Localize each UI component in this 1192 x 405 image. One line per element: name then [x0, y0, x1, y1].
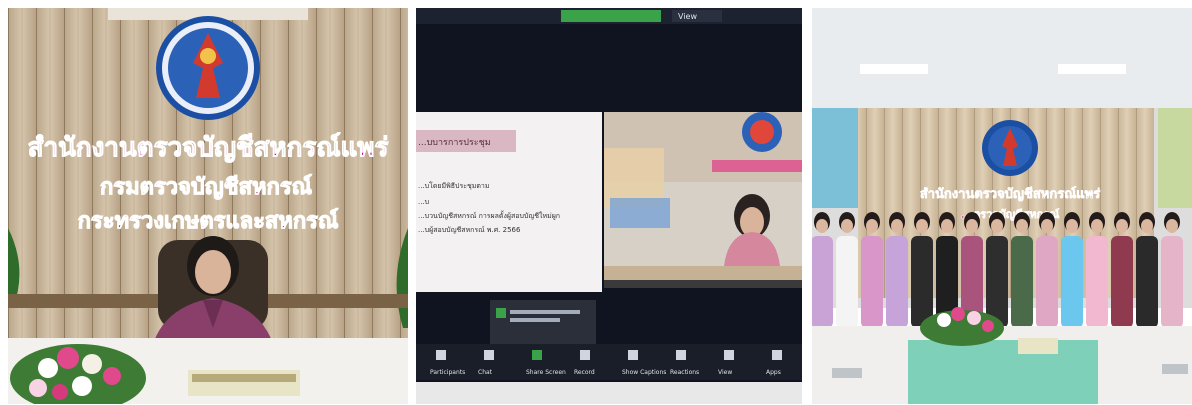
- person-face: [816, 219, 828, 233]
- person-face: [1066, 219, 1078, 233]
- person-face: [841, 219, 853, 233]
- person-face: [916, 219, 928, 233]
- person-body: [886, 236, 908, 328]
- person-face: [1041, 219, 1053, 233]
- emblem-icon: [156, 16, 260, 120]
- sign-line-1: สำนักงานตรวจบัญชีสหกรณ์แพร่: [28, 132, 389, 163]
- person-face: [1166, 219, 1178, 233]
- sign-line-1: สำนักงานตรวจบัญชีสหกรณ์แพร่: [920, 186, 1100, 202]
- toolbar-label[interactable]: Apps: [766, 369, 781, 376]
- toolbar-icon[interactable]: [628, 350, 638, 360]
- toolbar-icon[interactable]: [724, 350, 734, 360]
- person-body: [1011, 236, 1033, 328]
- person-body: [911, 236, 933, 328]
- person-body: [1061, 236, 1083, 328]
- toolbar-label[interactable]: Reactions: [670, 369, 699, 376]
- toolbar-label[interactable]: Chat: [478, 369, 493, 376]
- toolbar-icon[interactable]: [436, 350, 446, 360]
- person-body: [1036, 236, 1058, 328]
- person-body: [986, 236, 1008, 328]
- slide-line-4: ...บผู้สอบบัญชีสหกรณ์ พ.ศ. 2566: [418, 226, 521, 234]
- toolbar-icon[interactable]: [772, 350, 782, 360]
- person-body: [1136, 236, 1158, 328]
- toolbar-label[interactable]: Participants: [430, 369, 465, 376]
- person-face: [1016, 219, 1028, 233]
- slide-line-1: ...บโดยมีพิธีประชุมตาม: [418, 181, 489, 190]
- toolbar-label[interactable]: Record: [574, 369, 595, 376]
- slide-title: ...บบารการประชุม: [418, 138, 491, 148]
- person-face: [1116, 219, 1128, 233]
- person-face: [991, 219, 1003, 233]
- person-face: [1091, 219, 1103, 233]
- toolbar-label[interactable]: View: [718, 369, 732, 376]
- person-body: [1161, 236, 1183, 328]
- toolbar-icon[interactable]: [484, 350, 494, 360]
- person-face: [966, 219, 978, 233]
- photo-video-conference-screen: View ...บบารการประชุม ...บโดยมีพิธีประชุ…: [416, 8, 802, 404]
- toolbar-label[interactable]: Share Screen: [526, 369, 566, 376]
- toolbar-label[interactable]: Show Captions: [622, 369, 666, 376]
- toolbar-icon[interactable]: [532, 350, 542, 360]
- toolbar-icon[interactable]: [580, 350, 590, 360]
- toolbar-icon[interactable]: [676, 350, 686, 360]
- person-body: [812, 236, 833, 328]
- slide-line-2: ...บ: [418, 198, 429, 206]
- person-face: [891, 219, 903, 233]
- person-body: [1111, 236, 1133, 328]
- person-body: [1086, 236, 1108, 328]
- sign-line-3: กระทรวงเกษตรและสหกรณ์: [78, 208, 339, 234]
- person-body: [861, 236, 883, 328]
- person-body: [836, 236, 858, 328]
- photo-director-desk: สำนักงานตรวจบัญชีสหกรณ์แพร่ กรมตรวจบัญชี…: [8, 8, 408, 404]
- person-face: [941, 219, 953, 233]
- person-face: [1141, 219, 1153, 233]
- person-face: [866, 219, 878, 233]
- emblem-icon: [982, 120, 1038, 176]
- sign-line-2: กรมตรวจบัญชีสหกรณ์: [100, 174, 312, 200]
- top-bar-view-label: View: [678, 12, 697, 21]
- photo-group-meeting-room: สำนักงานตรวจบัญชีสหกรณ์แพร่ ...ตรวจบัญชี…: [812, 8, 1192, 404]
